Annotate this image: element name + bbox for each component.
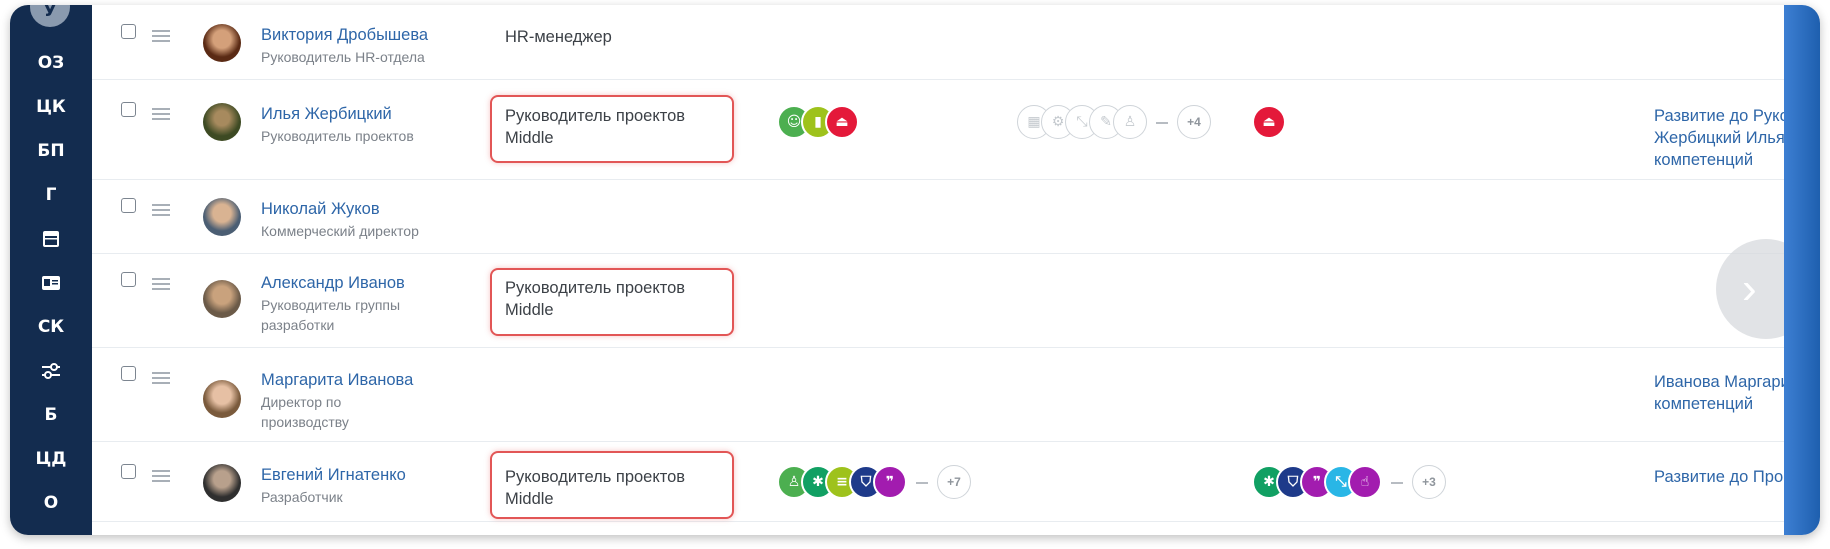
sidebar-item-calendar[interactable]	[10, 223, 92, 255]
employee-name[interactable]: Николай Жуков	[261, 200, 380, 219]
drag-handle-icon[interactable]	[152, 278, 170, 293]
sliders-icon	[42, 363, 60, 379]
hand-icon[interactable]: ☝	[1348, 465, 1382, 499]
employee-name[interactable]: Илья Жербицкий	[261, 105, 392, 124]
sidebar-item-contacts[interactable]	[10, 267, 92, 299]
sidebar-item-g[interactable]: Г	[10, 179, 92, 211]
person-pin-icon[interactable]: ♙	[1113, 105, 1147, 139]
avatar	[203, 280, 241, 318]
row-checkbox[interactable]	[121, 272, 136, 287]
sidebar-item-settings[interactable]	[10, 355, 92, 387]
employee-name[interactable]: Евгений Игнатенко	[261, 466, 406, 485]
employee-role: Руководитель HR-отдела	[261, 49, 425, 65]
contact-card-icon	[42, 276, 60, 290]
employee-position: Руководитель проектов Middle	[505, 468, 686, 508]
more-badges-button[interactable]: +7	[937, 465, 971, 499]
row-checkbox[interactable]	[121, 102, 136, 117]
development-link[interactable]: Развитие до Руков Жербицкий Илья компете…	[1654, 105, 1784, 171]
table-row: Маргарита Иванова Директор по производст…	[92, 347, 1784, 442]
employee-role: Коммерческий директор	[261, 223, 419, 239]
development-link[interactable]: Развитие до Прогр	[1654, 466, 1784, 488]
sidebar-item-oz[interactable]: ОЗ	[10, 47, 92, 79]
employee-position: HR-менеджер	[505, 28, 612, 46]
badge-separator	[1156, 122, 1168, 124]
user-avatar[interactable]: У	[30, 5, 70, 27]
more-badges-button[interactable]: +3	[1412, 465, 1446, 499]
row-checkbox[interactable]	[121, 366, 136, 381]
calendar-icon	[43, 231, 59, 247]
sidebar: У ОЗ ЦК БП Г СК Б ЦД О	[10, 5, 92, 535]
sidebar-item-ck[interactable]: ЦК	[10, 91, 92, 123]
badge-separator	[1391, 482, 1403, 484]
employee-role: Руководитель группы разработки	[261, 297, 401, 333]
table-row: Александр Иванов Руководитель группы раз…	[92, 253, 1784, 348]
sidebar-item-o[interactable]: О	[10, 487, 92, 519]
sidebar-item-b[interactable]: Б	[10, 399, 92, 431]
eject-icon[interactable]: ⏏	[1252, 105, 1286, 139]
employee-role: Директор по производству	[261, 394, 349, 430]
drag-handle-icon[interactable]	[152, 108, 170, 123]
badge-separator	[916, 482, 928, 484]
avatar	[203, 24, 241, 62]
eject-icon[interactable]: ⏏	[825, 105, 859, 139]
avatar	[203, 103, 241, 141]
chevron-right-icon: ›	[1742, 264, 1757, 313]
employee-name[interactable]: Александр Иванов	[261, 274, 405, 293]
employee-role: Разработчик	[261, 489, 343, 505]
sidebar-item-bp[interactable]: БП	[10, 135, 92, 167]
employee-position: Руководитель проектов Middle	[505, 107, 686, 147]
employee-name[interactable]: Виктория Дробышева	[261, 26, 428, 45]
sidebar-item-sk[interactable]: СК	[10, 311, 92, 343]
row-checkbox[interactable]	[121, 24, 136, 39]
employee-role: Руководитель проектов	[261, 128, 414, 144]
development-link[interactable]: Иванова Маргари компетенций	[1654, 371, 1784, 415]
drag-handle-icon[interactable]	[152, 470, 170, 485]
drag-handle-icon[interactable]	[152, 372, 170, 387]
employee-name[interactable]: Маргарита Иванова	[261, 371, 413, 390]
table-row: Виктория Дробышева Руководитель HR-отдел…	[92, 5, 1784, 80]
avatar	[203, 198, 241, 236]
right-panel-edge	[1784, 5, 1820, 535]
app-frame: У ОЗ ЦК БП Г СК Б ЦД О Виктория Дробышев…	[10, 5, 1820, 535]
row-checkbox[interactable]	[121, 464, 136, 479]
employee-position: Руководитель проектов Middle	[505, 279, 686, 319]
employee-table: Виктория Дробышева Руководитель HR-отдел…	[92, 5, 1784, 535]
table-row: Евгений Игнатенко Разработчик Руководите…	[92, 441, 1784, 522]
row-checkbox[interactable]	[121, 198, 136, 213]
drag-handle-icon[interactable]	[152, 204, 170, 219]
avatar	[203, 380, 241, 418]
table-row: Николай Жуков Коммерческий директор	[92, 179, 1784, 254]
sidebar-item-cd[interactable]: ЦД	[10, 443, 92, 475]
quote-icon[interactable]: ❞	[873, 465, 907, 499]
avatar	[203, 464, 241, 502]
drag-handle-icon[interactable]	[152, 30, 170, 45]
more-badges-button[interactable]: +4	[1177, 105, 1211, 139]
table-row: Илья Жербицкий Руководитель проектов Рук…	[92, 79, 1784, 180]
